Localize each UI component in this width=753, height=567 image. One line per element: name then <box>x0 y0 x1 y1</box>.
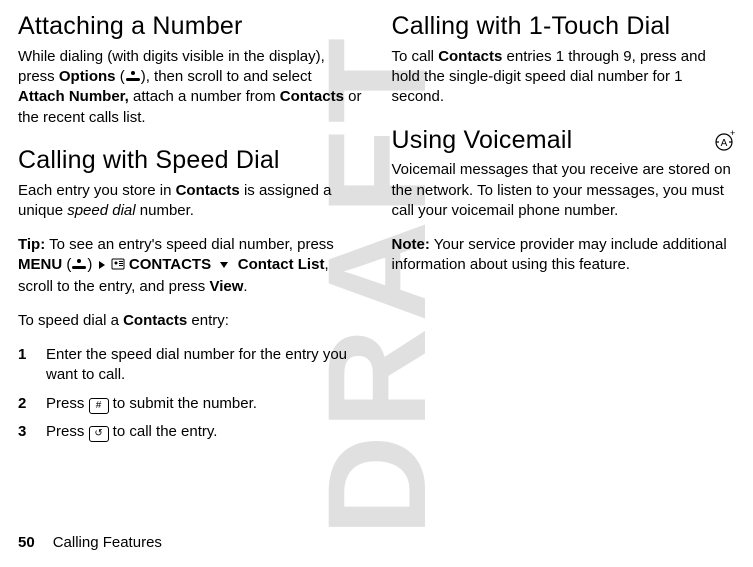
para-speed-intro: Each entry you store in Contacts is assi… <box>18 181 362 222</box>
nav-down-icon <box>219 256 229 276</box>
page-body: Attaching a Number While dialing (with d… <box>0 0 753 495</box>
para-voicemail-note: Note: Your service provider may include … <box>392 235 736 276</box>
contacts-icon <box>111 256 125 276</box>
label-contact-list: Contact List <box>238 256 325 273</box>
heading-one-touch: Calling with 1-Touch Dial <box>392 12 736 41</box>
heading-speed-dial: Calling with Speed Dial <box>18 146 362 175</box>
label-attach-number: Attach Number, <box>18 88 129 105</box>
page-number: 50 <box>18 534 35 551</box>
nav-right-icon <box>97 260 107 270</box>
network-feature-icon: A + <box>713 130 735 159</box>
label-contacts-menu: CONTACTS <box>129 256 211 273</box>
step-number: 1 <box>18 345 26 365</box>
speed-dial-steps: 1 Enter the speed dial number for the en… <box>18 345 362 442</box>
svg-text:A: A <box>721 138 728 149</box>
text: number. <box>136 202 194 219</box>
para-speed-tip: Tip: To see an entry's speed dial number… <box>18 235 362 297</box>
svg-text:+: + <box>730 130 735 138</box>
para-attaching-number: While dialing (with digits visible in th… <box>18 47 362 128</box>
step-2: 2 Press # to submit the number. <box>18 394 362 414</box>
step-number: 3 <box>18 422 26 442</box>
hash-key-icon: # <box>89 398 109 414</box>
label-contacts: Contacts <box>176 182 240 199</box>
text: ( <box>62 256 71 273</box>
text: ), then scroll to and select <box>141 68 312 85</box>
step-text: Enter the speed dial number for the entr… <box>46 346 347 383</box>
text: attach a number from <box>129 88 280 105</box>
page-footer: 50 Calling Features <box>0 534 753 551</box>
label-contacts: Contacts <box>280 88 344 105</box>
step-1: 1 Enter the speed dial number for the en… <box>18 345 362 386</box>
para-voicemail: Voicemail messages that you receive are … <box>392 160 736 221</box>
tip-label: Tip: <box>18 236 45 253</box>
text: to call the entry. <box>109 423 218 440</box>
text: . <box>243 278 247 295</box>
text: entry: <box>187 312 229 329</box>
text: Press <box>46 395 89 412</box>
label-contacts: Contacts <box>438 48 502 65</box>
heading-text: Using Voicemail <box>392 126 573 154</box>
footer-title: Calling Features <box>53 534 162 551</box>
text: Press <box>46 423 89 440</box>
call-key-icon: ↺ <box>89 426 109 442</box>
softkey-icon <box>71 258 87 270</box>
label-view: View <box>209 278 243 295</box>
label-contacts: Contacts <box>123 312 187 329</box>
para-one-touch: To call Contacts entries 1 through 9, pr… <box>392 47 736 108</box>
label-menu: MENU <box>18 256 62 273</box>
note-label: Note: <box>392 236 430 253</box>
text: Each entry you store in <box>18 182 176 199</box>
step-number: 2 <box>18 394 26 414</box>
softkey-icon <box>125 70 141 82</box>
text: To call <box>392 48 439 65</box>
step-3: 3 Press ↺ to call the entry. <box>18 422 362 442</box>
label-speed-dial: speed dial <box>67 202 135 219</box>
para-speed-howto: To speed dial a Contacts entry: <box>18 311 362 331</box>
text: ( <box>116 68 125 85</box>
text: to submit the number. <box>109 395 257 412</box>
text: To speed dial a <box>18 312 123 329</box>
right-column: Calling with 1-Touch Dial To call Contac… <box>392 12 736 495</box>
left-column: Attaching a Number While dialing (with d… <box>18 12 362 495</box>
text: ) <box>87 256 96 273</box>
text: To see an entry's speed dial number, pre… <box>45 236 334 253</box>
text: Your service provider may include additi… <box>392 236 727 273</box>
heading-attaching-number: Attaching a Number <box>18 12 362 41</box>
heading-voicemail: A + Using Voicemail <box>392 126 736 155</box>
label-options: Options <box>59 68 116 85</box>
